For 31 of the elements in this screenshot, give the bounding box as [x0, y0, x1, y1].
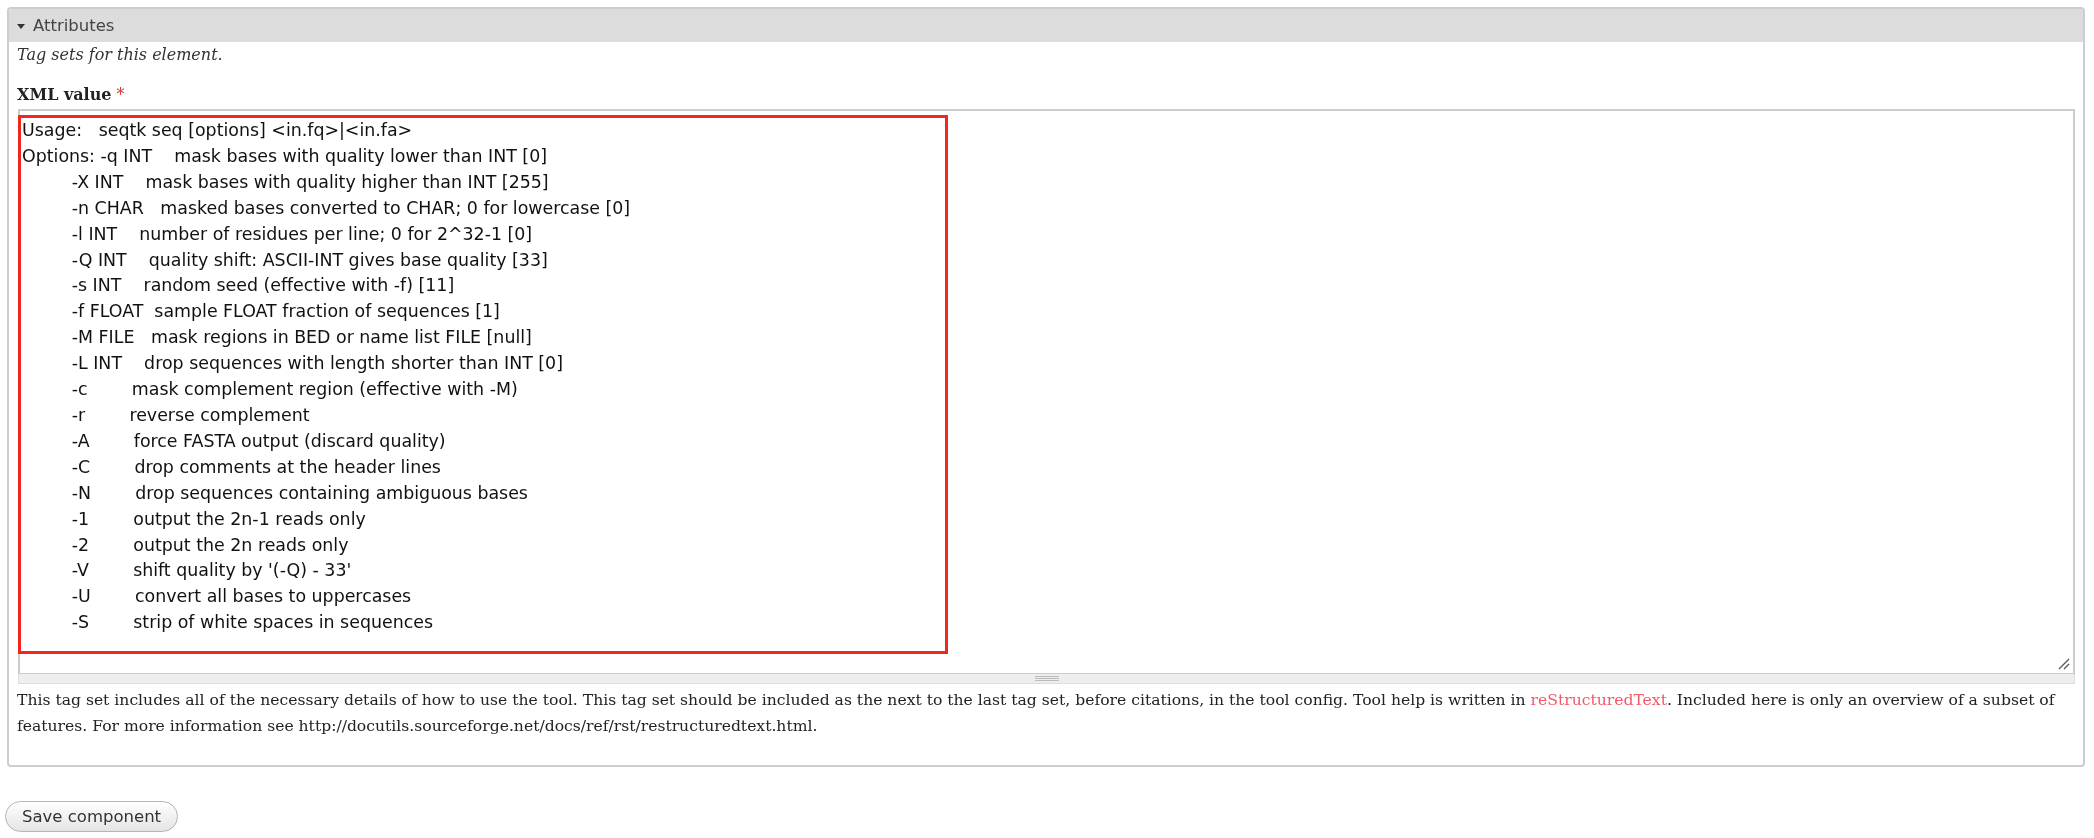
- resize-grip-bar[interactable]: [18, 674, 2075, 684]
- section-header[interactable]: Attributes: [9, 9, 2083, 42]
- xml-value-textarea[interactable]: [18, 109, 2075, 674]
- code-line: -X INT mask bases with quality higher than INT [255]: [70, 170, 549, 194]
- code-line: -r reverse complement: [70, 403, 310, 427]
- code-line: -2 output the 2n reads only: [70, 533, 349, 557]
- help-text: This tag set includes all of the necessary details of how to use the tool. This tag set should be included as the next to the last tag set, before citations, in the tool config. Tool help is written in reStructuredText. Included here is only an overview of a subset of features. For more information see http://docutils.sourceforge.net/docs/ref/rst/restructuredtext.html.: [17, 690, 2057, 737]
- code-line: -A force FASTA output (discard quality): [70, 429, 446, 453]
- code-line: -L INT drop sequences with length shorter than INT [0]: [70, 352, 563, 376]
- grip-lines-icon: [1034, 676, 1059, 681]
- save-button[interactable]: Save component: [5, 801, 179, 832]
- required-mark: *: [116, 84, 125, 106]
- code-line: -f FLOAT sample FLOAT fraction of sequences [1]: [70, 300, 500, 324]
- code-line: Usage: seqtk seq [options] <in.fq>|<in.fa>: [22, 119, 413, 142]
- code-line: -c mask complement region (effective with -M): [70, 378, 518, 402]
- resize-handle-icon[interactable]: [2058, 658, 2070, 670]
- code-line: -M FILE mask regions in BED or name list FILE [null]: [70, 326, 532, 350]
- code-line: -n CHAR masked bases converted to CHAR; 0 for lowercase [0]: [70, 196, 631, 220]
- code-line: -1 output the 2n-1 reads only: [70, 507, 366, 531]
- field-label: XML value: [17, 84, 112, 106]
- code-line: -N drop sequences containing ambiguous bases: [70, 481, 528, 505]
- code-line: -C drop comments at the header lines: [70, 455, 441, 479]
- code-line: -S strip of white spaces in sequences: [70, 611, 433, 635]
- code-line: -V shift quality by '(-Q) - 33': [70, 559, 352, 583]
- code-line: -l INT number of residues per line; 0 for 2^32-1 [0]: [70, 222, 533, 246]
- caret-down-icon: [17, 21, 25, 30]
- code-line: Options: -q INT mask bases with quality lower than INT [0]: [22, 144, 547, 168]
- code-line: -s INT random seed (effective with -f) [11]: [70, 274, 455, 298]
- code-line: -Q INT quality shift: ASCII-INT gives base quality [33]: [70, 248, 548, 272]
- code-line: -U convert all bases to uppercases: [70, 585, 412, 609]
- field-description: Tag sets for this element.: [17, 44, 223, 66]
